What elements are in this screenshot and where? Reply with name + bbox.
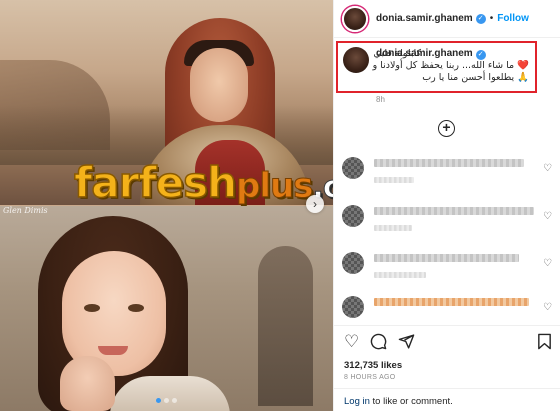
verified-badge-icon: ✓ <box>475 13 486 24</box>
comment-meta-blurred <box>374 272 426 278</box>
heart-icon[interactable]: ♡ <box>543 302 552 313</box>
girl-sweater <box>110 376 230 411</box>
share-button[interactable] <box>398 333 415 353</box>
post-header: donia.samir.ghanem ✓ • Follow <box>334 0 560 38</box>
caption-text: كابلولة قلبي ❤️ ما شاء الله... ربنا يحفظ… <box>359 48 529 84</box>
carousel-dots <box>156 398 177 403</box>
girl-smile <box>98 346 128 355</box>
watermark-plus: plus <box>235 166 313 206</box>
carousel-dot-active <box>156 398 161 403</box>
carousel-dot <box>172 398 177 403</box>
farfesh-plus-watermark: farfeshplus.com <box>73 161 333 206</box>
caption-highlight: donia.samir.ghanem ✓ كابلولة قلبي ❤️ ما ش… <box>336 41 537 93</box>
comment-text-blurred <box>374 207 534 215</box>
save-button[interactable] <box>537 333 552 353</box>
girl-left-eye <box>84 304 100 312</box>
comment-meta-blurred <box>374 177 414 183</box>
header-separator: • <box>489 13 494 24</box>
comment-text-blurred <box>374 298 529 306</box>
chevron-right-icon: › <box>313 197 317 211</box>
caption-time: 8h <box>376 95 385 104</box>
comment-button[interactable] <box>370 333 387 353</box>
carousel-dot <box>164 398 169 403</box>
comment-avatar-blurred <box>342 205 364 227</box>
heart-icon[interactable]: ♡ <box>543 258 552 269</box>
comment-text-blurred <box>374 254 519 262</box>
list-item: ♡ <box>342 155 552 189</box>
login-prompt-text: to like or comment. <box>369 396 453 407</box>
list-item: ♡ <box>342 250 552 284</box>
heart-icon[interactable]: ♡ <box>543 211 552 222</box>
header-username[interactable]: donia.samir.ghanem <box>376 13 473 24</box>
plus-circle-icon: + <box>442 119 451 135</box>
comment-text-blurred <box>374 159 524 167</box>
comment-avatar-blurred <box>342 157 364 179</box>
likes-count[interactable]: 312,735 likes <box>344 360 402 371</box>
avatar[interactable] <box>342 5 368 32</box>
comment-avatar-blurred <box>342 252 364 274</box>
girl-hand <box>60 356 115 411</box>
girl-right-eye <box>128 304 144 312</box>
woman-face <box>190 48 248 122</box>
photo-girl-portrait <box>0 206 333 411</box>
background-figure <box>258 246 313 406</box>
caption-line-2: ❤️ ما شاء الله... ربنا يحفظ كل أولادنا و <box>372 60 529 71</box>
post-media-carousel[interactable]: farfeshplus.com Glen Dimis › <box>0 0 333 411</box>
list-item: ♡ <box>342 203 552 237</box>
login-link[interactable]: Log in <box>344 396 370 407</box>
post-actions-bar: ♡ <box>334 325 560 355</box>
carousel-next-button[interactable]: › <box>306 195 324 213</box>
post-timestamp: 8 HOURS AGO <box>344 374 396 381</box>
comment-icon <box>370 333 387 350</box>
list-item: ♡ <box>342 294 552 328</box>
load-more-comments-button[interactable]: + <box>438 120 455 137</box>
watermark-main: farfesh <box>73 158 237 207</box>
comment-avatar-blurred <box>342 296 364 318</box>
heart-icon[interactable]: ♡ <box>543 163 552 174</box>
follow-button[interactable]: Follow <box>497 13 529 24</box>
send-icon <box>398 334 415 349</box>
post-side-panel: donia.samir.ghanem ✓ • Follow donia.sami… <box>333 0 560 411</box>
like-button[interactable]: ♡ <box>344 333 359 350</box>
photographer-mark: Glen Dimis <box>3 206 48 215</box>
login-prompt: Log in to like or comment. <box>334 388 560 411</box>
caption-line-1: كابلولة قلبي <box>373 48 421 59</box>
bookmark-icon <box>538 333 551 350</box>
caption-line-3: 🙏 يطلعوا أحسن منا يا رب <box>422 72 529 83</box>
heart-icon: ♡ <box>344 332 360 351</box>
comment-meta-blurred <box>374 225 412 231</box>
